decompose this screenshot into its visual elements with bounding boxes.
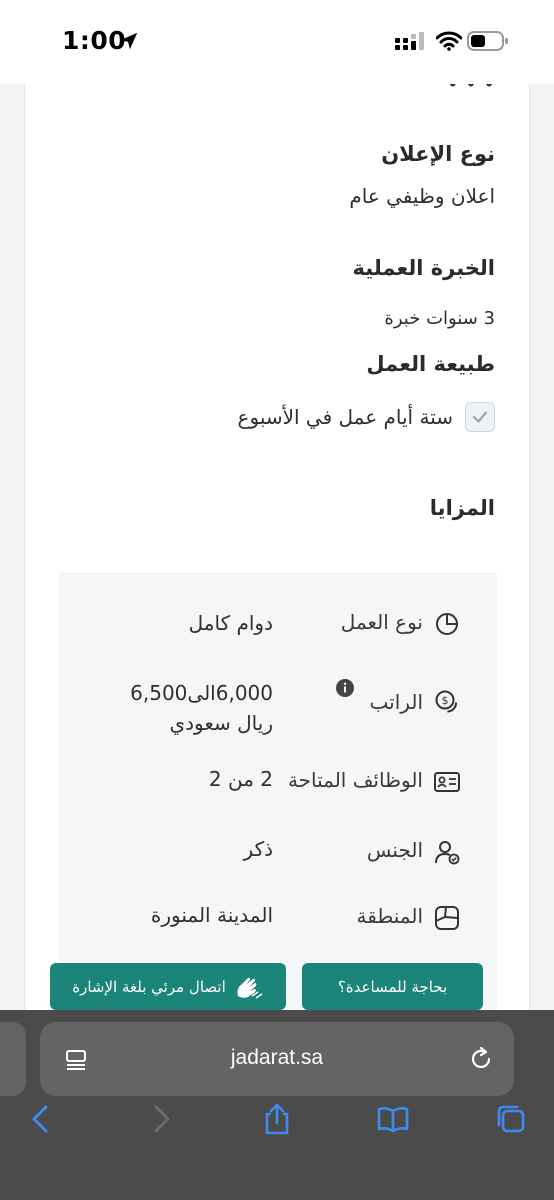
cut-off-text: • • •	[446, 84, 495, 96]
detail-label: الراتب	[369, 690, 423, 714]
detail-label: الوظائف المتاحة	[287, 768, 423, 792]
back-icon[interactable]	[24, 1102, 58, 1136]
help-button-label: بحاجة للمساعدة؟	[337, 977, 448, 996]
job-details-card: • • • نوع الإعلان اعلان وظيفي عام الخبرة…	[24, 84, 530, 1010]
browser-toolbar: jadarat.sa	[0, 1010, 554, 1200]
work-days-checkbox[interactable]	[465, 402, 495, 432]
work-days-label: ستة أيام عمل في الأسبوع	[237, 405, 453, 429]
salary-coin-icon: $	[435, 690, 457, 713]
share-icon[interactable]	[260, 1102, 294, 1136]
location-arrow-icon	[120, 32, 138, 50]
detail-value: 6,000الى6,500 ريال سعودي	[130, 681, 273, 735]
detail-value: ذكر	[243, 837, 273, 861]
checkmark-icon	[472, 411, 488, 423]
work-nature-option[interactable]: ستة أيام عمل في الأسبوع	[238, 402, 495, 432]
tabs-icon[interactable]	[494, 1102, 528, 1136]
ad-type-value: اعلان وظيفي عام	[349, 184, 495, 208]
pie-chart-icon	[436, 613, 458, 635]
info-icon[interactable]	[335, 678, 355, 698]
forward-icon[interactable]	[144, 1102, 178, 1136]
previous-tab-peek[interactable]	[0, 1022, 26, 1096]
detail-label: الجنس	[366, 838, 423, 862]
bookmarks-icon[interactable]	[376, 1102, 410, 1136]
reload-icon[interactable]	[468, 1046, 494, 1072]
status-bar: 1:00	[0, 0, 554, 84]
job-details-table: نوع العمل دوام كامل $ الراتب 6,000الى6,5…	[59, 572, 497, 1010]
sign-language-button-label: اتصال مرئي بلغة الإشارة	[72, 977, 226, 996]
benefits-title: المزايا	[429, 496, 495, 520]
sign-language-hands-icon	[237, 977, 263, 999]
help-button[interactable]: بحاجة للمساعدة؟	[302, 963, 483, 1010]
cellular-signal-icon	[395, 32, 424, 50]
detail-value: 2 من 2	[208, 767, 273, 791]
map-region-icon	[435, 906, 459, 930]
detail-value: دوام كامل	[188, 611, 273, 635]
page-content[interactable]: • • • نوع الإعلان اعلان وظيفي عام الخبرة…	[0, 84, 554, 1010]
url-text[interactable]: jadarat.sa	[40, 1046, 514, 1070]
ad-type-title: نوع الإعلان	[381, 142, 495, 166]
id-card-icon	[434, 772, 460, 792]
detail-label: نوع العمل	[340, 610, 423, 634]
battery-icon	[467, 31, 508, 51]
svg-text:$: $	[442, 694, 449, 707]
user-check-icon	[435, 841, 460, 865]
wifi-icon	[436, 31, 462, 51]
experience-title: الخبرة العملية	[352, 256, 495, 280]
detail-value: المدينة المنورة	[150, 903, 273, 927]
address-bar[interactable]: jadarat.sa	[40, 1022, 514, 1096]
sign-language-call-button[interactable]: اتصال مرئي بلغة الإشارة	[50, 963, 286, 1010]
experience-value: 3 سنوات خبرة	[384, 308, 495, 329]
status-time: 1:00	[62, 26, 127, 55]
work-nature-title: طبيعة العمل	[366, 352, 495, 376]
detail-label: المنطقة	[356, 904, 424, 928]
